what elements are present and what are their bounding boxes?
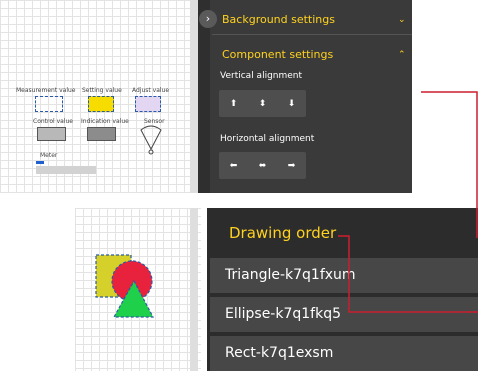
connector-upper (421, 91, 478, 238)
connector-lower (338, 235, 478, 313)
red-connector-lines (338, 91, 478, 313)
